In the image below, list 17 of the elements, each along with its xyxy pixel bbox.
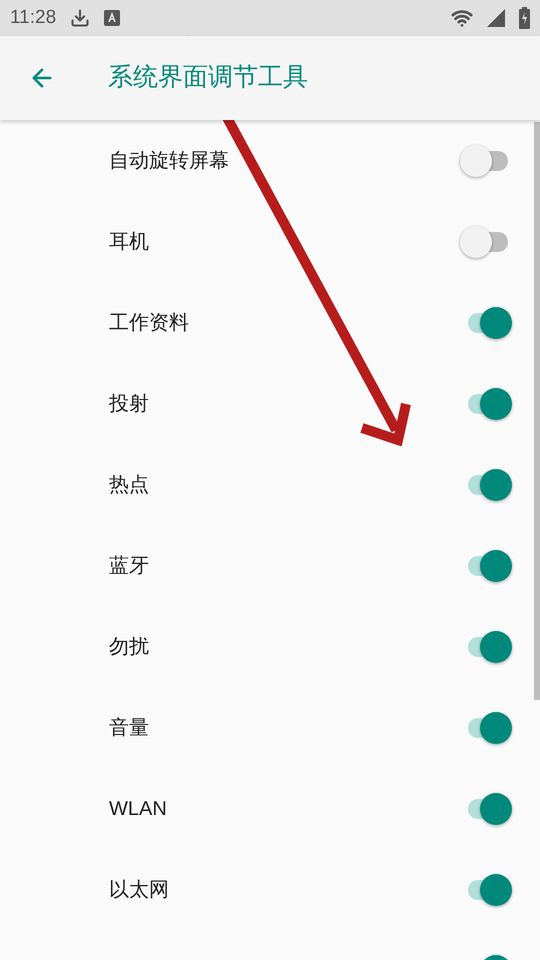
signal-icon (487, 9, 505, 27)
keyboard-a-icon (104, 10, 120, 26)
wifi-icon (451, 7, 473, 29)
status-time: 11:28 (10, 6, 56, 30)
window-title: 系统界面调节工具 (108, 62, 308, 94)
battery-icon (519, 7, 530, 29)
download-icon (70, 8, 90, 28)
row-label: 音量 (109, 716, 149, 740)
row-label: 自动旋转屏幕 (109, 148, 229, 174)
row-label: 工作资料 (109, 310, 189, 336)
row-label: 投射 (109, 392, 149, 416)
row-label: WLAN (109, 796, 167, 822)
row-label: 以太网 (109, 878, 169, 902)
row-label: 热点 (109, 472, 149, 498)
row-label: 蓝牙 (109, 554, 149, 578)
row-label: 勿扰 (109, 634, 149, 660)
row-label: 耳机 (109, 230, 149, 254)
